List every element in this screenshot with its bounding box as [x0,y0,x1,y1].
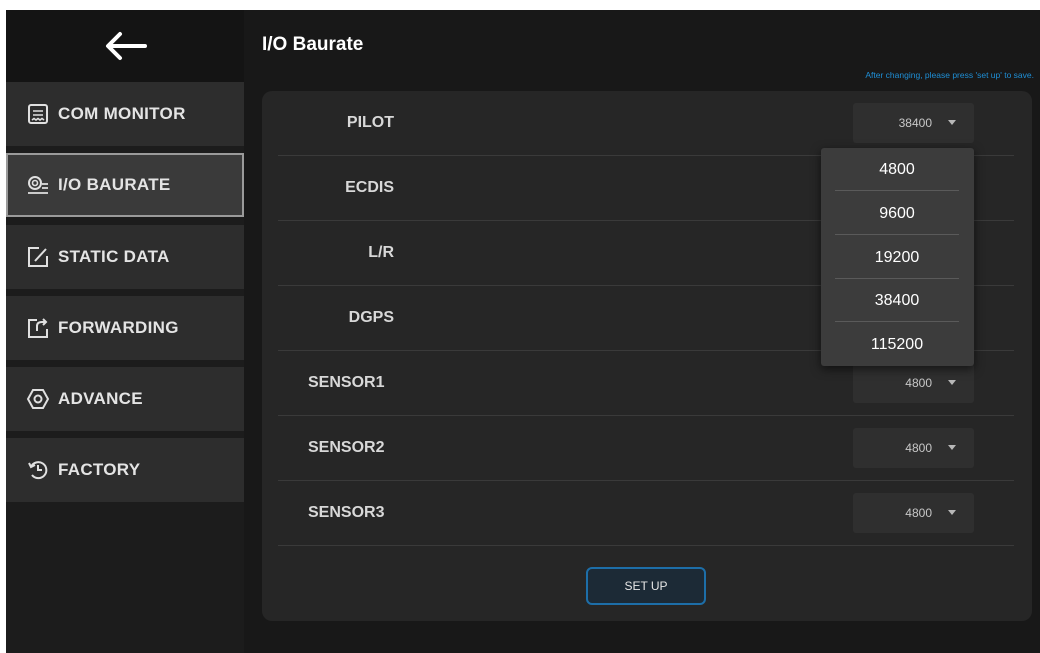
caret-down-icon [948,510,956,515]
restore-icon [26,458,50,482]
sidebar-item-factory[interactable]: FACTORY [6,438,244,502]
port-label: DGPS [348,309,394,326]
port-label: SENSOR2 [308,439,385,456]
sidebar-item-label: I/O BAURATE [58,175,171,194]
port-label: L/R [368,244,394,261]
baud-select-sensor2[interactable]: 4800 [853,428,974,468]
sidebar-item-label: STATIC DATA [58,247,170,266]
port-row-sensor2: SENSOR2 4800 [278,416,1014,481]
dropdown-option[interactable]: 115200 [835,323,959,366]
sidebar-item-io-baurate[interactable]: I/O BAURATE [6,153,244,217]
baud-select-sensor1[interactable]: 4800 [853,363,974,403]
sidebar-item-forwarding[interactable]: FORWARDING [6,296,244,360]
hexagon-icon [26,387,50,411]
port-label: ECDIS [345,179,394,196]
edit-icon [26,245,50,269]
select-value: 4800 [905,376,932,390]
dropdown-option[interactable]: 38400 [835,279,959,322]
select-value: 4800 [905,506,932,520]
sidebar-item-label: FORWARDING [58,318,179,337]
sidebar-item-label: ADVANCE [58,389,143,408]
sidebar: COM MONITOR I/O BAURATE STATIC DATA FORW… [6,10,244,653]
port-label: SENSOR1 [308,374,385,391]
port-row-pilot: PILOT 38400 [278,91,1014,156]
baud-select-pilot[interactable]: 38400 [853,103,974,143]
baud-select-sensor3[interactable]: 4800 [853,493,974,533]
sidebar-item-com-monitor[interactable]: COM MONITOR [6,82,244,146]
sidebar-item-label: FACTORY [58,460,141,479]
io-settings-icon [26,173,50,197]
caret-down-icon [948,380,956,385]
page-title: I/O Baurate [262,34,364,55]
sidebar-item-static-data[interactable]: STATIC DATA [6,225,244,289]
arrow-left-icon [106,32,147,60]
port-label: SENSOR3 [308,504,385,521]
dropdown-option[interactable]: 9600 [835,192,959,235]
caret-down-icon [948,445,956,450]
sidebar-item-advance[interactable]: ADVANCE [6,367,244,431]
app-screen: COM MONITOR I/O BAURATE STATIC DATA FORW… [6,10,1040,653]
port-label: PILOT [346,114,394,131]
forward-icon [26,316,50,340]
caret-down-icon [948,120,956,125]
port-row-sensor3: SENSOR3 4800 [278,481,1014,546]
select-value: 38400 [898,116,932,130]
save-hint: After changing, please press 'set up' to… [865,70,1034,80]
back-button[interactable] [6,10,244,82]
select-value: 4800 [905,441,932,455]
dropdown-option[interactable]: 4800 [835,148,959,191]
setup-button[interactable]: SET UP [586,567,706,605]
receipt-icon [26,102,50,126]
sidebar-item-label: COM MONITOR [58,104,186,123]
baud-dropdown-list: 4800 9600 19200 38400 115200 [821,148,974,366]
dropdown-option[interactable]: 19200 [835,236,959,279]
